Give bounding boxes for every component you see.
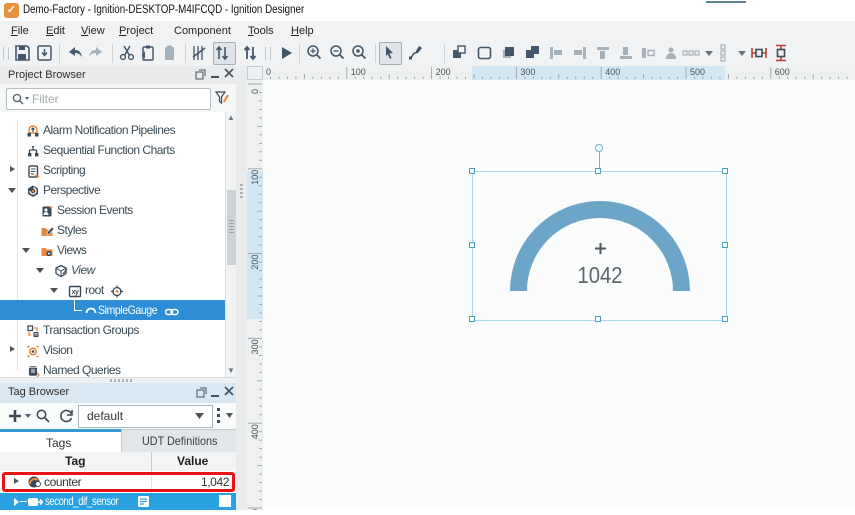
svg-text:200: 200 — [436, 67, 451, 77]
svg-text:600: 600 — [775, 67, 790, 77]
svg-text:0: 0 — [266, 67, 271, 77]
svg-text:xy: xy — [72, 289, 79, 296]
svg-text:0: 0 — [250, 89, 260, 94]
svg-text:400: 400 — [250, 424, 260, 439]
svg-text:200: 200 — [250, 255, 260, 270]
svg-text:100: 100 — [250, 170, 260, 185]
svg-text:300: 300 — [250, 339, 260, 354]
svg-text:100: 100 — [351, 67, 366, 77]
svg-text:400: 400 — [605, 67, 620, 77]
svg-text:300: 300 — [520, 67, 535, 77]
svg-text:500: 500 — [690, 67, 705, 77]
